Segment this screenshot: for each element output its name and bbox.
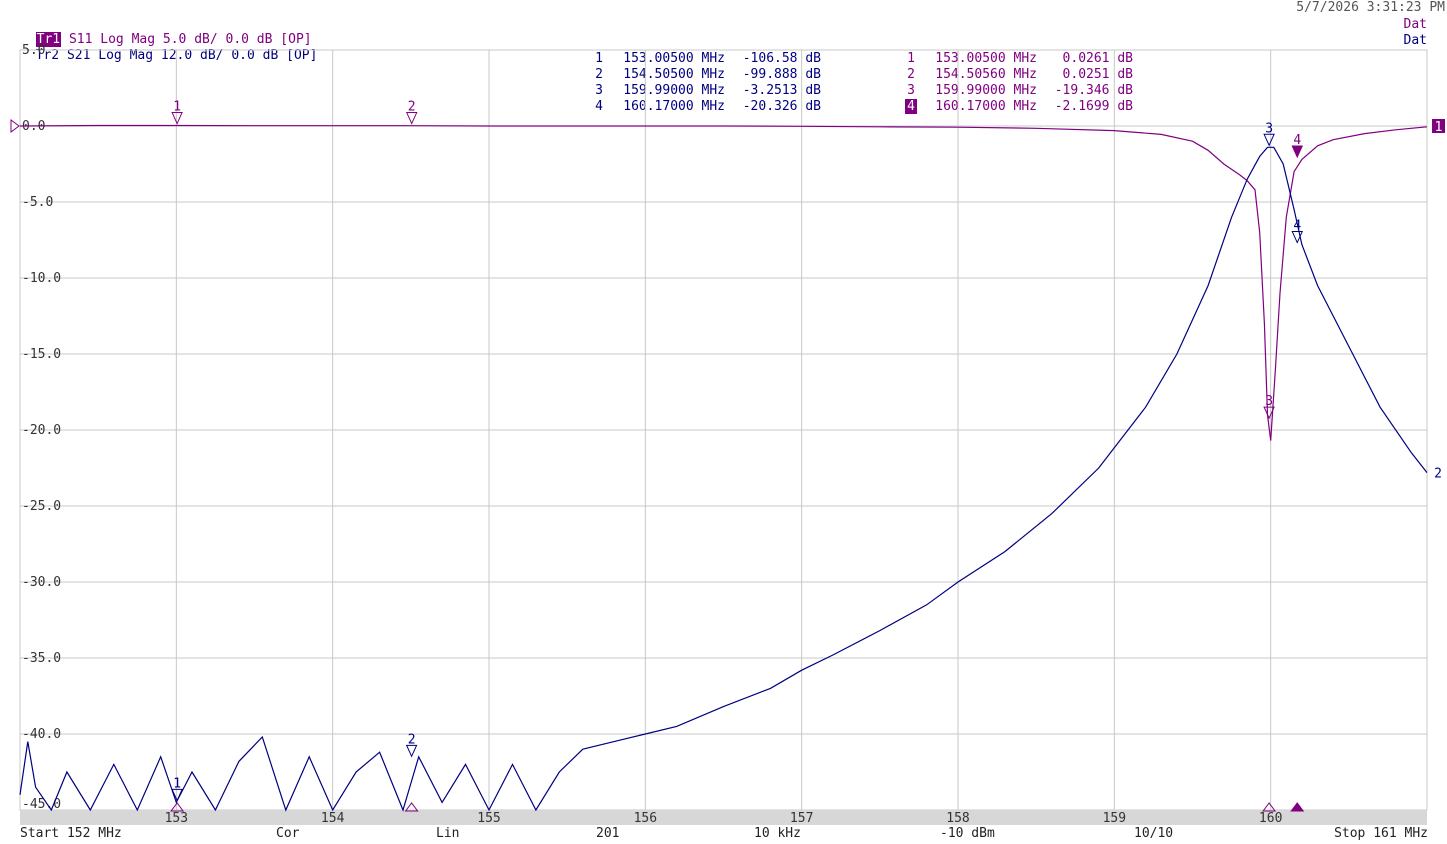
x-tick-label: 156 bbox=[634, 811, 657, 826]
y-tick-label: -20.0 bbox=[22, 423, 61, 438]
marker-label: 4 bbox=[1293, 219, 1301, 234]
marker-label: 2 bbox=[408, 100, 416, 115]
x-tick-label: 157 bbox=[790, 811, 813, 826]
marker-label: 4 bbox=[1293, 133, 1301, 148]
x-axis-band bbox=[20, 810, 1427, 825]
x-axis: 153 154 155 156 157 158 159 160 bbox=[20, 810, 1427, 826]
x-tick-label: 158 bbox=[946, 811, 969, 826]
y-tick-labels: 5.00.0-5.0-10.0-15.0-20.0-25.0-30.0-35.0… bbox=[22, 43, 61, 812]
trace-s21 bbox=[19, 146, 1428, 812]
marker-label: 1 bbox=[173, 776, 181, 791]
marker-label: 1 bbox=[173, 100, 181, 115]
x-tick-label: 155 bbox=[477, 811, 500, 826]
x-tick-label: 153 bbox=[165, 811, 188, 826]
stimulus-marker-4[interactable] bbox=[1290, 802, 1305, 812]
x-tick-label: 160 bbox=[1259, 811, 1282, 826]
trace-end-label: 2 bbox=[1434, 467, 1442, 482]
footer-sweep-type[interactable]: Lin bbox=[436, 826, 459, 841]
marker-label: 3 bbox=[1265, 394, 1273, 409]
y-tick-label: -35.0 bbox=[22, 651, 61, 666]
y-tick-label: -5.0 bbox=[22, 195, 53, 210]
x-tick-label: 154 bbox=[321, 811, 345, 826]
y-tick-label: -30.0 bbox=[22, 575, 61, 590]
y-tick-label: -15.0 bbox=[22, 347, 61, 362]
footer-power[interactable]: -10 dBm bbox=[940, 826, 995, 841]
trace-s11 bbox=[19, 124, 1428, 441]
footer-averaging[interactable]: 10/10 bbox=[1134, 826, 1173, 841]
vna-plot[interactable]: 5.00.0-5.0-10.0-15.0-20.0-25.0-30.0-35.0… bbox=[0, 0, 1447, 844]
y-tick-label: -40.0 bbox=[22, 727, 61, 742]
marker-label: 2 bbox=[408, 732, 416, 747]
x-tick-label: 159 bbox=[1103, 811, 1126, 826]
reference-level-arrow[interactable] bbox=[10, 119, 20, 133]
trace-end-label: 1 bbox=[1435, 120, 1443, 135]
y-tick-label: -10.0 bbox=[22, 271, 61, 286]
footer-points[interactable]: 201 bbox=[596, 826, 619, 841]
footer-start[interactable]: Start 152 MHz bbox=[20, 826, 122, 841]
y-tick-label: 5.0 bbox=[22, 43, 45, 58]
marker-label: 3 bbox=[1265, 121, 1273, 136]
grid bbox=[19, 49, 1428, 811]
traces bbox=[19, 124, 1428, 812]
footer-ifbw[interactable]: 10 kHz bbox=[754, 826, 801, 841]
footer-correction[interactable]: Cor bbox=[276, 826, 299, 841]
y-tick-label: -25.0 bbox=[22, 499, 61, 514]
footer-stop[interactable]: Stop 161 MHz bbox=[1334, 826, 1428, 841]
